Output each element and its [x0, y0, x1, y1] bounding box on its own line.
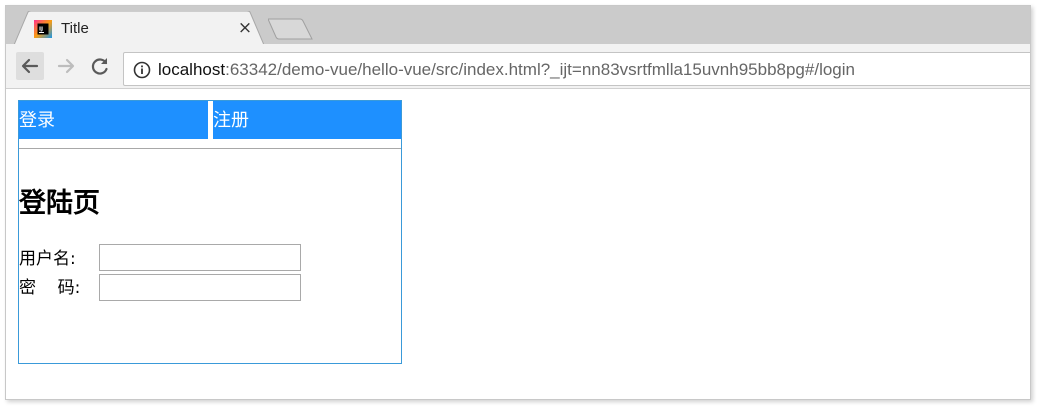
info-icon[interactable]: [133, 61, 151, 79]
page-content: 登录 注册 登陆页 用户名: 密 码:: [6, 90, 1030, 399]
username-input[interactable]: [99, 244, 301, 271]
login-link[interactable]: 登录: [19, 101, 208, 139]
register-link[interactable]: 注册: [213, 101, 401, 139]
forward-button[interactable]: [52, 52, 80, 80]
webstorm-icon: IJ: [34, 20, 52, 38]
browser-toolbar: localhost:63342/demo-vue/hello-vue/src/i…: [6, 44, 1030, 89]
app-container: 登录 注册 登陆页 用户名: 密 码:: [18, 100, 402, 364]
router-nav: 登录 注册: [19, 101, 401, 139]
reload-button[interactable]: [86, 52, 114, 80]
divider: [19, 148, 401, 149]
new-tab-button[interactable]: [267, 18, 316, 40]
address-bar[interactable]: localhost:63342/demo-vue/hello-vue/src/i…: [123, 52, 1030, 86]
browser-window: IJ Title × localhost:63342/demo-vue/hell…: [5, 5, 1031, 400]
forward-arrow-icon: [57, 58, 75, 74]
password-label: 密 码:: [19, 278, 81, 298]
page-title: 登陆页: [19, 188, 100, 219]
url-host: localhost: [158, 60, 226, 79]
svg-text:IJ: IJ: [39, 27, 43, 33]
close-icon[interactable]: ×: [236, 18, 254, 38]
back-arrow-icon: [21, 58, 39, 74]
username-label: 用户名:: [19, 249, 76, 269]
new-tab-icon: [267, 18, 313, 40]
tab-active[interactable]: IJ Title ×: [14, 11, 264, 45]
password-input[interactable]: [99, 274, 301, 301]
back-button[interactable]: [16, 52, 44, 80]
tab-title: Title: [61, 20, 89, 37]
url-text: localhost:63342/demo-vue/hello-vue/src/i…: [158, 60, 855, 80]
tab-strip: IJ Title ×: [6, 6, 1030, 45]
url-path: :63342/demo-vue/hello-vue/src/index.html…: [225, 60, 855, 79]
reload-icon: [91, 58, 108, 75]
